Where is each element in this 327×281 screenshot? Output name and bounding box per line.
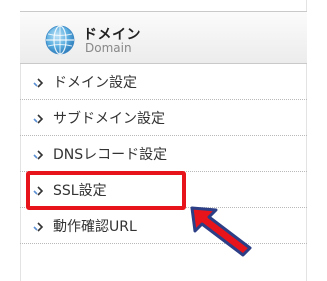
ssl-highlight-box (26, 171, 186, 210)
menu-item-domain-settings[interactable]: ドメイン設定 (20, 64, 307, 100)
menu-header-domain: ドメイン Domain (20, 11, 307, 64)
menu-item-subdomain-settings[interactable]: サブドメイン設定 (20, 100, 307, 136)
menu-item-dns-record-settings[interactable]: DNSレコード設定 (20, 136, 307, 172)
chevron-right-icon (33, 150, 44, 160)
menu-item-label: ドメイン設定 (53, 75, 137, 91)
header-subtitle: Domain (85, 41, 132, 55)
chevron-right-icon (33, 78, 44, 88)
menu-item-operation-check-url[interactable]: 動作確認URL (20, 208, 307, 244)
menu-item-label: DNSレコード設定 (53, 147, 168, 163)
annotation-arrow-icon (190, 206, 252, 257)
menu-item-label: 動作確認URL (53, 219, 137, 235)
chevron-right-icon (33, 114, 44, 124)
domain-sidebar-screenshot: ドメイン Domain ドメイン設定 サブドメイン設定 DNSレコード設定 SS… (0, 0, 327, 281)
chevron-right-icon (33, 222, 44, 232)
globe-icon (45, 25, 75, 55)
menu-item-label: サブドメイン設定 (53, 111, 165, 127)
frame-top (20, 0, 306, 11)
